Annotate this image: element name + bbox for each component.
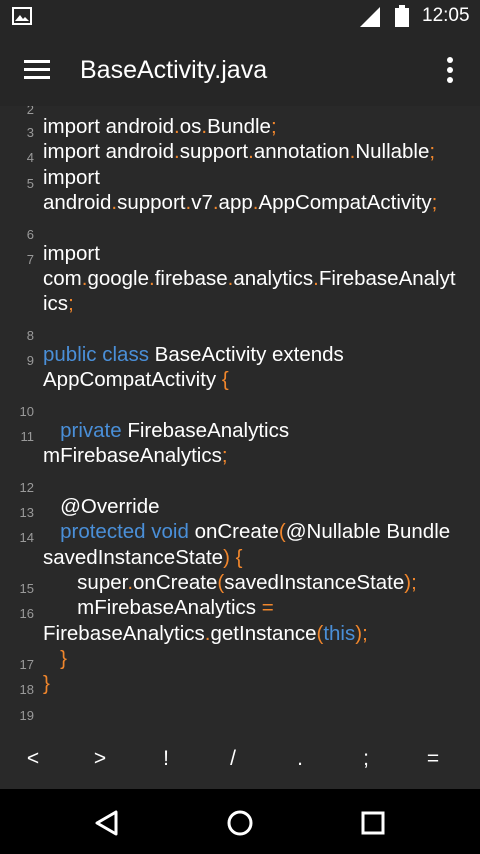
code-line: super.onCreate(savedInstanceState); [43, 571, 417, 594]
battery-icon [395, 5, 409, 27]
code-line: FirebaseAnalytics.getInstance(this); [43, 622, 368, 645]
code-line: ics; [43, 292, 74, 315]
line-number: 9 [26, 353, 34, 368]
line-number: 3 [26, 125, 34, 140]
status-bar: 12:05 [0, 0, 480, 34]
code-line: private FirebaseAnalytics [60, 419, 290, 442]
line-number: 18 [19, 682, 34, 697]
code-line: AppCompatActivity { [43, 368, 229, 391]
symbol-key-slash[interactable]: / [200, 730, 266, 788]
line-number: 19 [19, 708, 34, 723]
symbol-key-less-than[interactable]: < [0, 730, 66, 788]
code-line: public class BaseActivity extends [43, 343, 344, 366]
symbol-key-greater-than[interactable]: > [67, 730, 133, 788]
system-navigation-bar [0, 789, 480, 854]
code-line: savedInstanceState) { [43, 546, 243, 569]
overflow-menu-icon[interactable] [434, 48, 466, 92]
line-number: 6 [26, 227, 34, 242]
symbol-key-period[interactable]: . [267, 730, 333, 788]
line-number: 16 [19, 606, 34, 621]
page-title: BaseActivity.java [80, 56, 268, 84]
code-line: } [43, 672, 50, 695]
code-line: import android.support.annotation.Nullab… [43, 140, 436, 163]
code-line: } [60, 647, 67, 670]
line-number: 7 [26, 252, 34, 267]
line-number: 14 [19, 530, 34, 545]
line-number: 11 [20, 429, 35, 444]
home-icon[interactable] [218, 801, 262, 845]
hamburger-menu-icon[interactable] [16, 48, 60, 92]
code-line: mFirebaseAnalytics; [43, 444, 228, 467]
line-number: 8 [26, 328, 34, 343]
code-line: mFirebaseAnalytics = [43, 596, 274, 619]
symbol-shortcut-bar: < > ! / . ; = [0, 730, 480, 788]
symbol-key-exclamation[interactable]: ! [133, 730, 199, 788]
symbol-key-equals[interactable]: = [400, 730, 466, 788]
code-line: import [43, 242, 100, 265]
symbol-key-semicolon[interactable]: ; [333, 730, 399, 788]
line-number: 17 [19, 657, 34, 672]
code-line: import [43, 166, 100, 189]
line-number: 2 [26, 106, 34, 117]
image-notification-icon [12, 7, 32, 25]
code-line: import android.os.Bundle; [43, 115, 277, 138]
code-line: android.support.v7.app.AppCompatActivity… [43, 191, 438, 214]
line-number: 13 [19, 505, 34, 520]
line-number: 5 [26, 176, 34, 191]
recent-apps-icon[interactable] [351, 801, 395, 845]
line-number: 4 [26, 150, 34, 165]
line-number: 12 [19, 480, 34, 495]
line-number: 15 [19, 581, 34, 596]
app-toolbar: BaseActivity.java [0, 34, 480, 106]
line-number: 10 [19, 404, 34, 419]
back-icon[interactable] [85, 801, 129, 845]
code-line: com.google.firebase.analytics.FirebaseAn… [43, 267, 456, 290]
code-line: protected void onCreate(@Nullable Bundle [60, 520, 451, 543]
code-editor[interactable]: 2 3 4 5 6 7 8 9 10 11 12 13 14 15 16 17 … [0, 106, 480, 730]
cell-signal-icon [360, 7, 380, 27]
status-time: 12:05 [422, 5, 470, 26]
code-line: @Override [43, 495, 160, 518]
